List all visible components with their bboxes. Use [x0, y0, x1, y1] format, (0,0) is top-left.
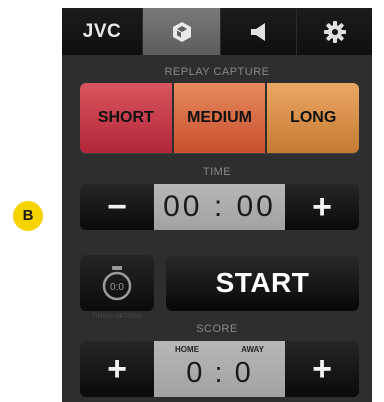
app-screen: JVC REPLAY CAPTURE SHORT MEDIUM LONG TIM… — [62, 8, 372, 402]
medium-button[interactable]: MEDIUM — [173, 83, 268, 153]
time-control: − 00 : 00 + — [80, 184, 359, 230]
long-button[interactable]: LONG — [267, 83, 359, 153]
gear-icon — [323, 20, 346, 43]
callout-marker: B — [13, 201, 43, 231]
tab-settings[interactable] — [297, 8, 372, 55]
replay-capture-options: SHORT MEDIUM LONG — [80, 83, 359, 153]
away-label: AWAY — [241, 345, 264, 354]
tab-replay[interactable] — [143, 8, 221, 55]
home-label: HOME — [175, 345, 200, 354]
time-value: 00 : 00 — [163, 190, 276, 223]
home-score-increment-button[interactable]: + — [80, 341, 154, 397]
score-control: + HOME AWAY 0 : 0 + — [80, 341, 359, 397]
short-button[interactable]: SHORT — [80, 83, 174, 153]
start-button[interactable]: START — [166, 255, 359, 311]
timing-options-button[interactable]: 0:0 — [80, 255, 154, 311]
timing-options-caption: TIMING OPTIONS — [92, 314, 142, 320]
score-label: SCORE — [196, 323, 238, 335]
away-score-increment-button[interactable]: + — [285, 341, 359, 397]
time-increment-button[interactable]: + — [285, 184, 359, 230]
time-display: 00 : 00 — [154, 184, 285, 230]
time-label: TIME — [202, 166, 232, 178]
stopwatch-icon: 0:0 — [102, 266, 132, 301]
jvc-logo: JVC — [82, 20, 122, 42]
svg-text:0:0: 0:0 — [110, 282, 124, 293]
score-value: 0 : 0 — [186, 357, 253, 389]
tab-audio[interactable] — [221, 8, 297, 55]
score-display: HOME AWAY 0 : 0 — [154, 341, 285, 397]
top-navigation: JVC — [62, 8, 372, 55]
replay-cube-icon — [172, 21, 191, 42]
replay-capture-label: REPLAY CAPTURE — [164, 66, 270, 78]
jvc-logo-tab[interactable]: JVC — [62, 8, 143, 55]
time-decrement-button[interactable]: − — [80, 184, 154, 230]
speaker-icon — [250, 22, 265, 41]
